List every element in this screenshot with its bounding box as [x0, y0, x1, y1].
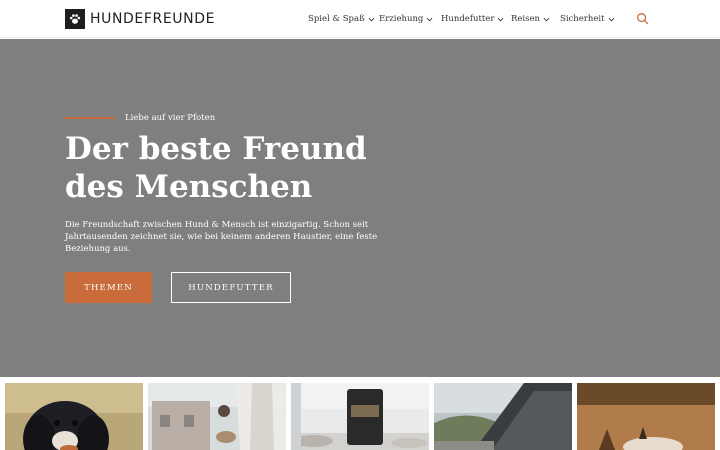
hero-title: Der beste Freund des Menschen	[65, 130, 425, 206]
eyebrow-divider	[65, 117, 115, 119]
thumbnail-travel[interactable]	[434, 383, 572, 450]
chevron-down-icon	[368, 17, 375, 21]
thumbnail-spaniel[interactable]	[5, 383, 143, 450]
chevron-down-icon	[497, 17, 504, 21]
nav-item-sicherheit[interactable]: Sicherheit	[560, 13, 615, 25]
nav-item-reisen[interactable]: Reisen	[511, 13, 550, 25]
chevron-down-icon	[543, 17, 550, 21]
nav-item-hundefutter[interactable]: Hundefutter	[441, 13, 504, 25]
nav-item-spiel-spass[interactable]: Spiel & Spaß	[308, 13, 375, 25]
nav-item-label: Spiel & Spaß	[308, 14, 365, 24]
thumbnail-strip	[0, 377, 720, 450]
nav-item-label: Erziehung	[379, 14, 424, 24]
thumbnail-walking[interactable]	[148, 383, 286, 450]
hundefutter-button[interactable]: HUNDEFUTTER	[171, 272, 291, 303]
logo-text: HUNDEFREUNDE	[90, 11, 216, 27]
nav-item-label: Hundefutter	[441, 14, 495, 24]
site-header: HUNDEFREUNDE Spiel & Spaß Erziehung Hund…	[0, 0, 720, 38]
nav-item-label: Reisen	[511, 14, 541, 24]
search-icon[interactable]	[636, 12, 649, 25]
nav-item-erziehung[interactable]: Erziehung	[379, 13, 433, 25]
hero-description: Die Freundschaft zwischen Hund & Mensch …	[65, 220, 378, 254]
logo[interactable]: HUNDEFREUNDE	[65, 9, 215, 29]
hero-title-line: Der beste Freund	[65, 131, 367, 167]
themen-button[interactable]: THEMEN	[65, 272, 152, 303]
thumbnail-dog-food[interactable]	[291, 383, 429, 450]
eyebrow-text: Liebe auf vier Pfoten	[125, 113, 216, 123]
hero-title-line: des Menschen	[65, 169, 313, 205]
hero-eyebrow: Liebe auf vier Pfoten	[65, 112, 215, 124]
hero-section	[0, 39, 720, 377]
nav-item-label: Sicherheit	[560, 14, 605, 24]
chevron-down-icon	[426, 17, 433, 21]
thumbnail-dog-outdoors[interactable]	[577, 383, 715, 450]
chevron-down-icon	[608, 17, 614, 21]
paw-icon	[65, 9, 85, 29]
